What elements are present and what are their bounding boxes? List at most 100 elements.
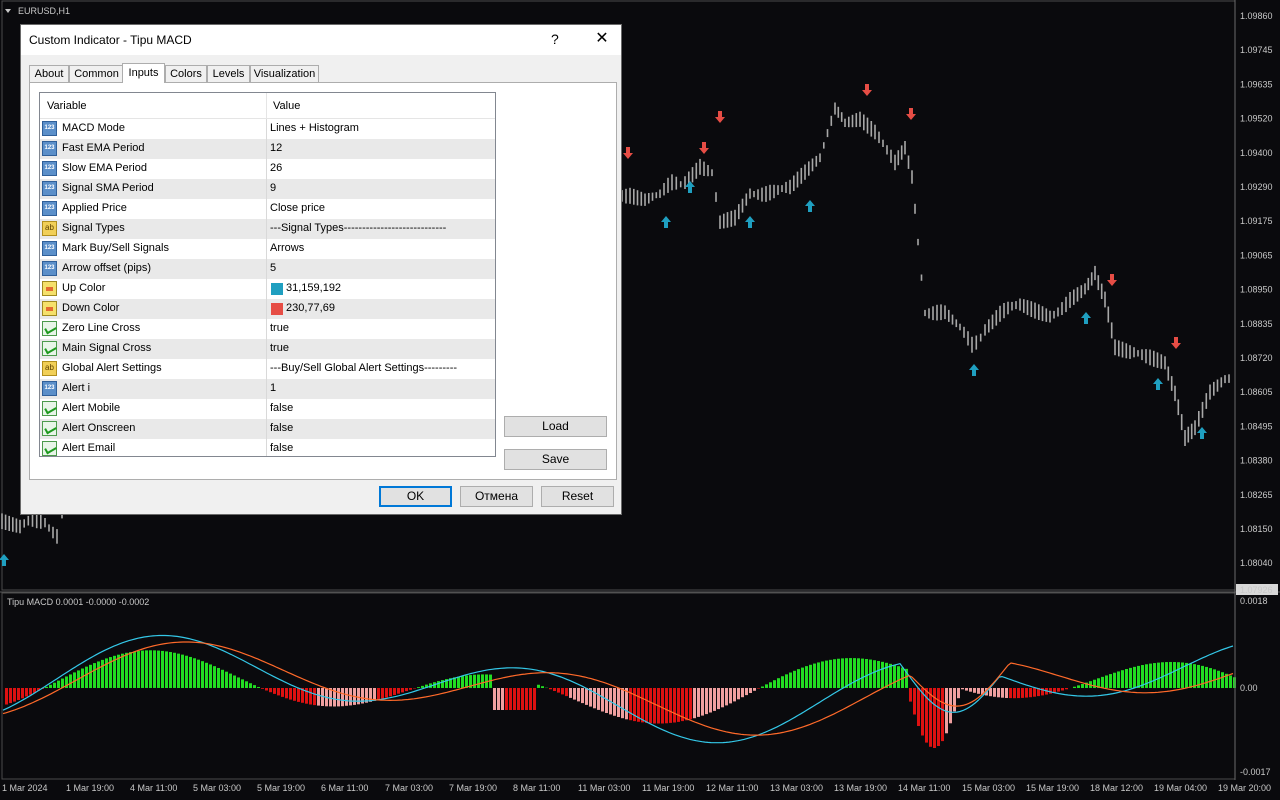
input-value[interactable]: false bbox=[270, 442, 293, 454]
price-axis-label: 1.08150 bbox=[1240, 524, 1273, 534]
column-header-value[interactable]: Value bbox=[273, 100, 300, 112]
input-value[interactable]: 230,77,69 bbox=[286, 302, 335, 314]
reset-button[interactable]: Reset bbox=[541, 486, 614, 507]
input-row[interactable]: Up Color 31,159,192 bbox=[40, 279, 495, 299]
input-value[interactable]: ---Signal Types-------------------------… bbox=[270, 222, 446, 234]
input-value[interactable]: 5 bbox=[270, 262, 276, 274]
input-value[interactable]: false bbox=[270, 402, 293, 414]
macd-histogram-bar bbox=[25, 688, 28, 697]
macd-histogram-bar bbox=[809, 664, 812, 688]
input-variable-name: Alert Mobile bbox=[62, 402, 121, 414]
macd-histogram-bar bbox=[677, 688, 680, 722]
inputs-grid[interactable]: Variable Value 123 MACD Mode Lines + Histo… bbox=[39, 92, 496, 457]
macd-histogram-bar bbox=[525, 688, 528, 710]
numeric-type-icon: 123 bbox=[42, 201, 57, 216]
dialog-title: Custom Indicator - Tipu MACD bbox=[29, 33, 192, 47]
input-row[interactable]: Down Color 230,77,69 bbox=[40, 299, 495, 319]
tab-about[interactable]: About bbox=[29, 65, 69, 82]
macd-histogram-bar bbox=[5, 688, 8, 705]
macd-histogram-bar bbox=[497, 688, 500, 710]
save-button[interactable]: Save bbox=[504, 449, 607, 470]
input-value[interactable]: 1 bbox=[270, 382, 276, 394]
numeric-type-icon: 123 bbox=[42, 261, 57, 276]
ok-button[interactable]: OK bbox=[379, 486, 452, 507]
macd-histogram-bar bbox=[725, 688, 728, 706]
macd-histogram-bar bbox=[473, 674, 476, 689]
price-axis-label: 1.09290 bbox=[1240, 182, 1273, 192]
input-variable-name: Alert Email bbox=[62, 442, 116, 454]
macd-histogram-bar bbox=[49, 684, 52, 688]
input-value[interactable]: true bbox=[270, 322, 289, 334]
input-row[interactable]: ab Signal Types ---Signal Types-----------… bbox=[40, 219, 495, 239]
time-axis-label: 1 Mar 19:00 bbox=[66, 783, 114, 793]
input-value[interactable]: 9 bbox=[270, 182, 276, 194]
macd-histogram-bar bbox=[621, 688, 624, 719]
tab-common[interactable]: Common bbox=[69, 65, 124, 82]
tab-inputs[interactable]: Inputs bbox=[122, 63, 165, 83]
tab-levels[interactable]: Levels bbox=[207, 65, 250, 82]
input-value[interactable]: false bbox=[270, 422, 293, 434]
numeric-type-icon: 123 bbox=[42, 161, 57, 176]
macd-histogram-bar bbox=[941, 688, 944, 742]
macd-histogram-bar bbox=[745, 688, 748, 696]
macd-histogram-bar bbox=[457, 676, 460, 689]
input-row[interactable]: Zero Line Cross true bbox=[40, 319, 495, 339]
load-button[interactable]: Load bbox=[504, 416, 607, 437]
macd-histogram-bar bbox=[877, 660, 880, 688]
color-swatch[interactable] bbox=[271, 283, 283, 295]
time-axis-label: 18 Mar 12:00 bbox=[1090, 783, 1143, 793]
macd-histogram-bar bbox=[921, 688, 924, 736]
tab-visualization[interactable]: Visualization bbox=[250, 65, 319, 82]
input-row[interactable]: 123 Slow EMA Period 26 bbox=[40, 159, 495, 179]
macd-histogram-bar bbox=[661, 688, 664, 724]
symbol-timeframe-label: EURUSD,H1 bbox=[18, 6, 70, 16]
input-value[interactable]: 31,159,192 bbox=[286, 282, 341, 294]
input-row[interactable]: Alert Onscreen false bbox=[40, 419, 495, 439]
help-button[interactable]: ? bbox=[551, 31, 559, 47]
input-value[interactable]: Close price bbox=[270, 202, 325, 214]
input-variable-name: Up Color bbox=[62, 282, 106, 294]
buy-signal-arrow bbox=[1081, 312, 1091, 324]
macd-histogram-bar bbox=[1213, 669, 1216, 688]
input-value[interactable]: Lines + Histogram bbox=[270, 122, 359, 134]
input-row[interactable]: 123 Mark Buy/Sell Signals Arrows bbox=[40, 239, 495, 259]
input-value[interactable]: 12 bbox=[270, 142, 282, 154]
cell-divider bbox=[266, 299, 267, 319]
dialog-title-bar[interactable]: Custom Indicator - Tipu MACD ? ✕ bbox=[21, 25, 621, 55]
input-row[interactable]: 123 Signal SMA Period 9 bbox=[40, 179, 495, 199]
input-value[interactable]: true bbox=[270, 342, 289, 354]
input-row[interactable]: 123 Fast EMA Period 12 bbox=[40, 139, 495, 159]
buy-signal-arrow bbox=[685, 181, 695, 193]
color-swatch[interactable] bbox=[271, 303, 283, 315]
column-header-variable[interactable]: Variable bbox=[47, 100, 87, 112]
input-row[interactable]: Main Signal Cross true bbox=[40, 339, 495, 359]
macd-histogram-bar bbox=[533, 688, 536, 710]
price-axis-label: 1.08720 bbox=[1240, 353, 1273, 363]
macd-histogram-bar bbox=[789, 672, 792, 689]
cell-divider bbox=[266, 359, 267, 379]
input-value[interactable]: 26 bbox=[270, 162, 282, 174]
input-row[interactable]: Alert Mobile false bbox=[40, 399, 495, 419]
macd-histogram-bar bbox=[665, 688, 668, 724]
input-value[interactable]: Arrows bbox=[270, 242, 304, 254]
close-icon[interactable]: ✕ bbox=[593, 28, 611, 50]
input-row[interactable]: Alert Email false bbox=[40, 439, 495, 456]
column-divider[interactable] bbox=[266, 93, 267, 118]
macd-histogram-bar bbox=[345, 688, 348, 706]
input-variable-name: Mark Buy/Sell Signals bbox=[62, 242, 169, 254]
macd-histogram-bar bbox=[709, 688, 712, 713]
input-row[interactable]: 123 Arrow offset (pips) 5 bbox=[40, 259, 495, 279]
input-row[interactable]: 123 MACD Mode Lines + Histogram bbox=[40, 119, 495, 139]
input-value[interactable]: ---Buy/Sell Global Alert Settings-------… bbox=[270, 362, 457, 374]
tab-colors[interactable]: Colors bbox=[165, 65, 207, 82]
cancel-button[interactable]: Отмена bbox=[460, 486, 533, 507]
input-row[interactable]: ab Global Alert Settings ---Buy/Sell Globa… bbox=[40, 359, 495, 379]
input-row[interactable]: 123 Alert i 1 bbox=[40, 379, 495, 399]
time-axis-label: 15 Mar 03:00 bbox=[962, 783, 1015, 793]
input-row[interactable]: 123 Applied Price Close price bbox=[40, 199, 495, 219]
macd-indicator-pane[interactable] bbox=[0, 591, 1280, 780]
macd-histogram-bar bbox=[893, 664, 896, 688]
macd-histogram-bar bbox=[1049, 688, 1052, 694]
macd-histogram-bar bbox=[685, 688, 688, 721]
numeric-type-icon: 123 bbox=[42, 141, 57, 156]
